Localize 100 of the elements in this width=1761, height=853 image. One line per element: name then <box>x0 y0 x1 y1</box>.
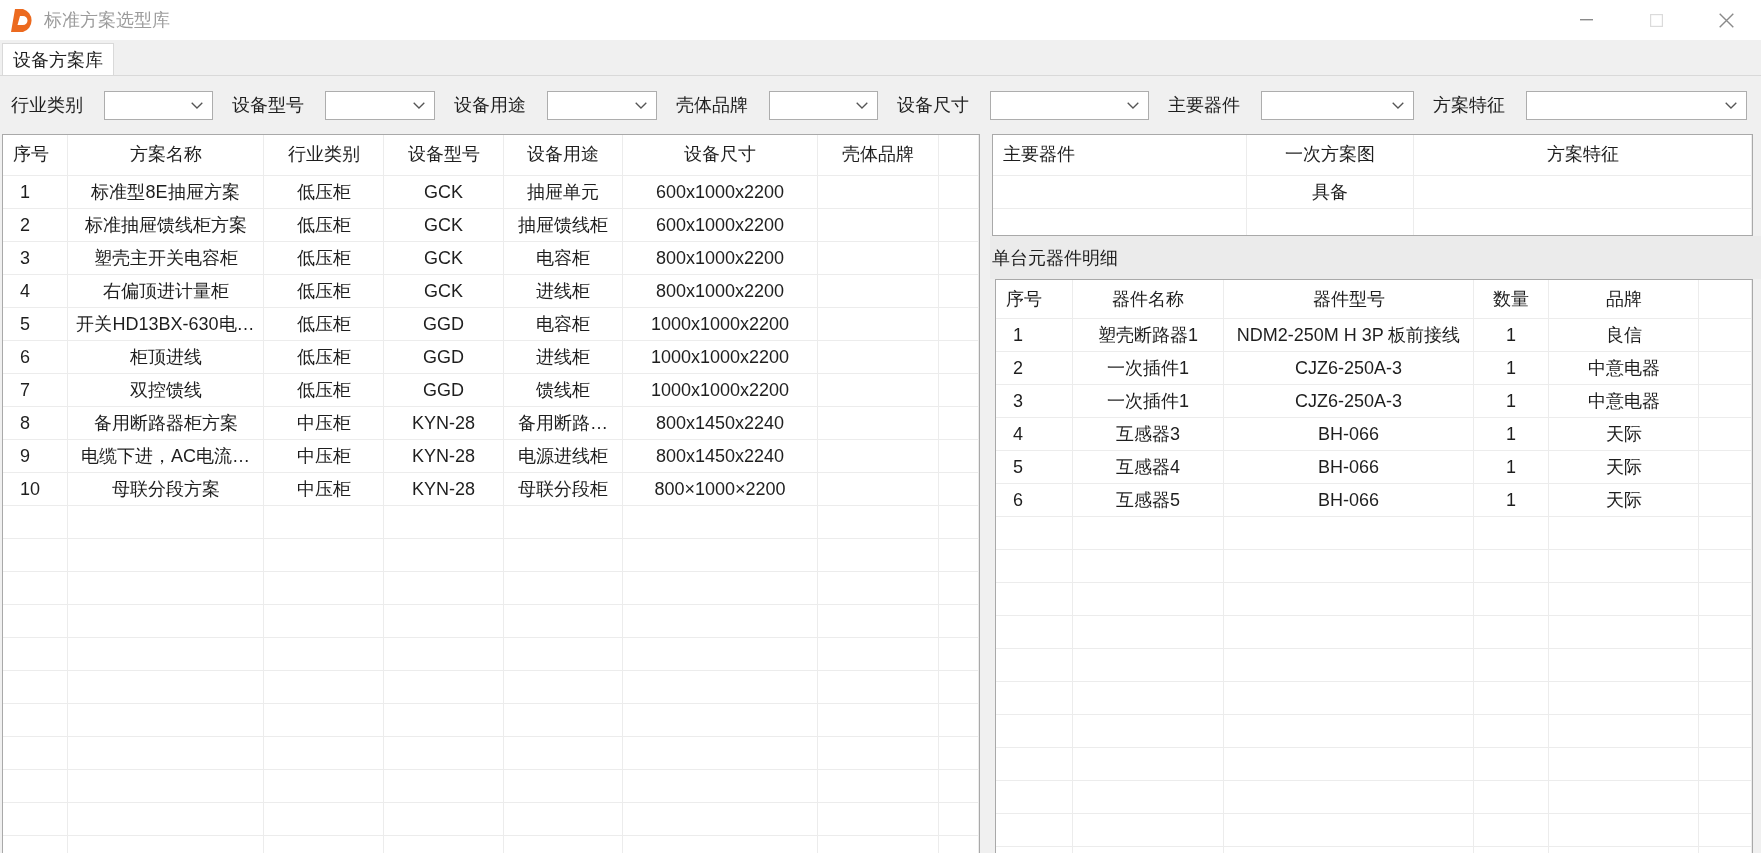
table-cell: 1 <box>1474 451 1549 483</box>
dropdown-field[interactable] <box>104 90 213 120</box>
table-cell: GGD <box>384 341 504 373</box>
filter-label: 壳体品牌 <box>676 94 748 117</box>
column-header[interactable]: 壳体品牌 <box>818 135 939 175</box>
table-cell: 800x1450x2240 <box>623 407 818 439</box>
table-cell: 800x1000x2200 <box>623 242 818 274</box>
dropdown-field[interactable] <box>547 90 657 120</box>
table-cell: 具备 <box>1247 176 1414 208</box>
table-cell: 中压柜 <box>264 407 384 439</box>
table-cell: CJZ6-250A-3 <box>1224 385 1474 417</box>
column-header[interactable]: 设备尺寸 <box>623 135 818 175</box>
table-cell: 柜顶进线 <box>68 341 264 373</box>
table-cell: BH-066 <box>1224 418 1474 450</box>
filter-label: 主要器件 <box>1168 94 1240 117</box>
table-cell: 10 <box>3 473 68 505</box>
tab[interactable]: 设备方案库 <box>2 43 114 75</box>
table-cell: 低压柜 <box>264 374 384 406</box>
table-cell: 7 <box>3 374 68 406</box>
chevron-icon <box>635 101 647 109</box>
table-cell: CJZ6-250A-3 <box>1224 352 1474 384</box>
table-cell: 3 <box>996 385 1073 417</box>
table-cell: 塑壳断路器1 <box>1073 319 1224 351</box>
table-cell: 2 <box>996 352 1073 384</box>
column-header[interactable]: 序号 <box>996 280 1073 318</box>
table-cell: 4 <box>3 275 68 307</box>
table-cell: 1000x1000x2200 <box>623 374 818 406</box>
section-title: 单台元器件明细 <box>990 236 1761 279</box>
table-cell: 双控馈线 <box>68 374 264 406</box>
column-header[interactable]: 设备用途 <box>504 135 623 175</box>
table-cell: 电容柜 <box>504 308 623 340</box>
table-cell: 中压柜 <box>264 440 384 472</box>
table-cell: 9 <box>3 440 68 472</box>
table-cell: 8 <box>3 407 68 439</box>
column-header[interactable]: 数量 <box>1474 280 1549 318</box>
table-cell: 低压柜 <box>264 308 384 340</box>
table-cell: 一次插件1 <box>1073 385 1224 417</box>
window-title: 标准方案选型库 <box>44 9 170 32</box>
table-cell: 电源进线柜 <box>504 440 623 472</box>
column-header[interactable]: 序号 <box>3 135 68 175</box>
table-cell: 中意电器 <box>1549 385 1699 417</box>
table-cell: 1 <box>1474 418 1549 450</box>
table-cell: 1 <box>1474 352 1549 384</box>
column-header[interactable]: 方案名称 <box>68 135 264 175</box>
table-cell: 5 <box>3 308 68 340</box>
table-cell: 4 <box>996 418 1073 450</box>
table-cell: 进线柜 <box>504 341 623 373</box>
table-cell: BH-066 <box>1224 484 1474 516</box>
table-cell: KYN-28 <box>384 440 504 472</box>
table-cell: 600x1000x2200 <box>623 209 818 241</box>
filter-label: 设备型号 <box>232 94 304 117</box>
table-cell: GCK <box>384 209 504 241</box>
column-header[interactable]: 主要器件 <box>993 135 1247 175</box>
table-cell: 抽屉馈线柜 <box>504 209 623 241</box>
chevron-icon <box>413 101 425 109</box>
table-cell: 天际 <box>1549 484 1699 516</box>
column-header[interactable]: 行业类别 <box>264 135 384 175</box>
table-cell: 塑壳主开关电容柜 <box>68 242 264 274</box>
table-cell: 低压柜 <box>264 341 384 373</box>
table-cell: GGD <box>384 374 504 406</box>
table-cell: 良信 <box>1549 319 1699 351</box>
filter-label: 方案特征 <box>1433 94 1505 117</box>
table-cell: 1 <box>996 319 1073 351</box>
table-cell: GGD <box>384 308 504 340</box>
table-cell: 天际 <box>1549 451 1699 483</box>
dropdown-field[interactable] <box>325 90 435 120</box>
table-cell: 备用断路… <box>504 407 623 439</box>
close-icon <box>1718 12 1734 28</box>
table-cell: 母联分段方案 <box>68 473 264 505</box>
table-cell: NDM2-250M H 3P 板前接线 <box>1224 319 1474 351</box>
table-cell: 800x1000x2200 <box>623 275 818 307</box>
table-cell: 1 <box>1474 385 1549 417</box>
table-cell: 6 <box>3 341 68 373</box>
dropdown-field[interactable] <box>769 90 878 120</box>
table-cell: 5 <box>996 451 1073 483</box>
filter-label: 设备用途 <box>454 94 526 117</box>
table-cell: 进线柜 <box>504 275 623 307</box>
column-header[interactable]: 一次方案图 <box>1247 135 1414 175</box>
table-cell: BH-066 <box>1224 451 1474 483</box>
column-header[interactable]: 品牌 <box>1549 280 1699 318</box>
table-cell: 开关HD13BX-630电… <box>68 308 264 340</box>
table-cell: 600x1000x2200 <box>623 176 818 208</box>
column-header[interactable]: 方案特征 <box>1414 135 1752 175</box>
table-cell: 标准抽屉馈线柜方案 <box>68 209 264 241</box>
table-cell: 1 <box>1474 484 1549 516</box>
table-cell: 1 <box>1474 319 1549 351</box>
table-cell: GCK <box>384 275 504 307</box>
chevron-icon <box>191 101 203 109</box>
column-header[interactable]: 器件名称 <box>1073 280 1224 318</box>
table-cell: 中压柜 <box>264 473 384 505</box>
column-header[interactable]: 设备型号 <box>384 135 504 175</box>
table-cell: 3 <box>3 242 68 274</box>
table-cell: 1000x1000x2200 <box>623 341 818 373</box>
table-cell: 标准型8E抽屉方案 <box>68 176 264 208</box>
table-cell: 电缆下进，AC电流… <box>68 440 264 472</box>
column-header[interactable]: 器件型号 <box>1224 280 1474 318</box>
dropdown-field[interactable] <box>990 90 1149 120</box>
table-cell: 互感器4 <box>1073 451 1224 483</box>
dropdown-field[interactable] <box>1261 90 1414 120</box>
table-cell: 800x1450x2240 <box>623 440 818 472</box>
